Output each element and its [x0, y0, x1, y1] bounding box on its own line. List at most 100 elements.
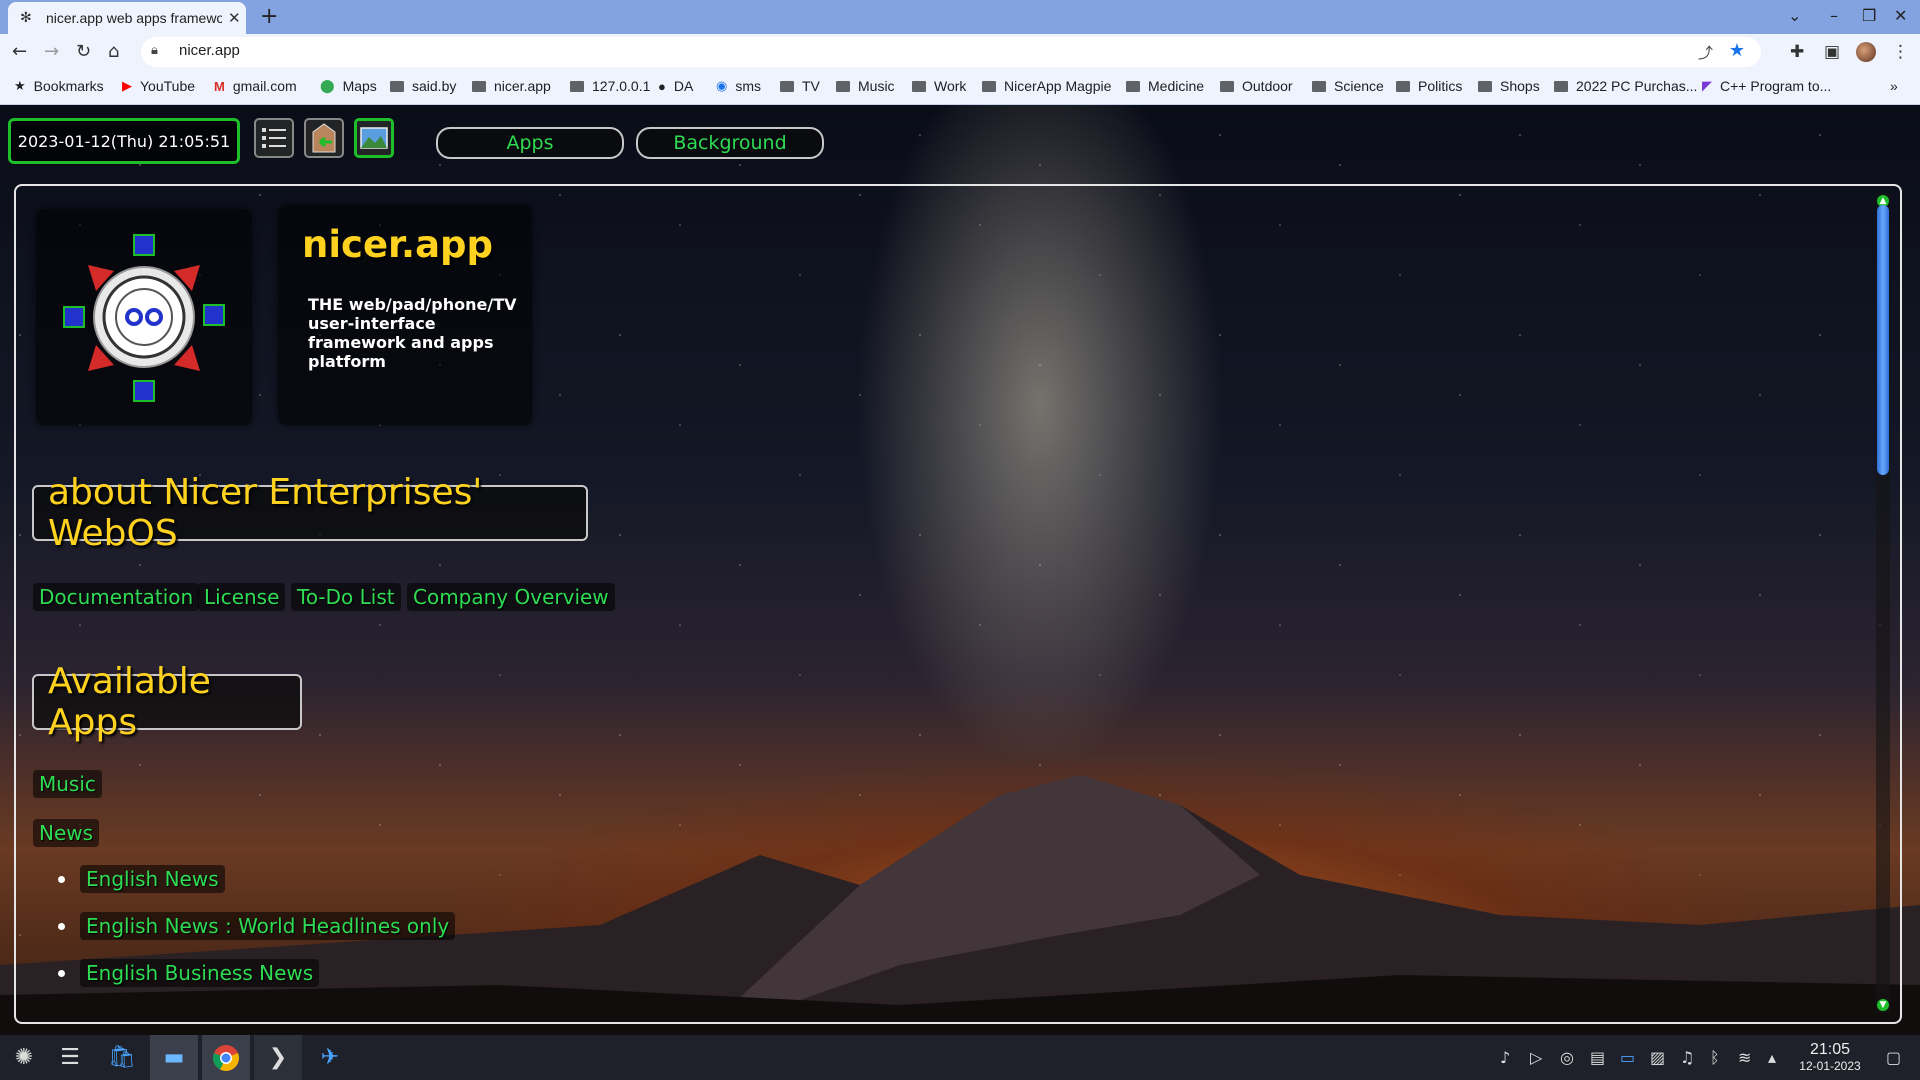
screenshot-icon[interactable]: ▨ — [1650, 1048, 1665, 1067]
lock-icon[interactable]: 🔒︎ — [151, 43, 158, 58]
show-desktop-icon[interactable]: ▢ — [1886, 1048, 1901, 1067]
bookmark-item[interactable]: 2022 PC Purchas... — [1554, 78, 1697, 94]
bookmark-label: NicerApp Magpie — [1004, 78, 1112, 94]
bookmark-item[interactable]: TV — [780, 78, 820, 94]
address-bar[interactable]: 🔒︎ nicer.app ⤴ ★ — [141, 37, 1761, 67]
bookmark-item[interactable]: 127.0.0.1 — [570, 78, 650, 94]
minimize-icon[interactable]: – — [1830, 6, 1838, 25]
news-app-link[interactable]: News — [33, 819, 100, 847]
folder-icon — [1554, 80, 1568, 92]
home-back-button[interactable] — [304, 118, 344, 158]
chrome-icon[interactable] — [202, 1035, 250, 1080]
list-bullet — [58, 923, 65, 930]
reload-icon[interactable]: ↻ — [76, 41, 91, 62]
bookmark-item[interactable]: said.by — [390, 78, 456, 94]
bookmark-item[interactable]: Mgmail.com — [214, 78, 297, 94]
tab-search-icon[interactable]: ⌄ — [1788, 6, 1801, 25]
folder-icon — [1126, 80, 1140, 92]
share-icon[interactable]: ⤴ — [1698, 42, 1713, 63]
bookmark-item[interactable]: ● DA — [658, 78, 693, 94]
bookmark-label: Bookmarks — [33, 78, 104, 94]
scroll-down-icon[interactable]: ▼ — [1877, 999, 1889, 1011]
documentation-link[interactable]: Documentation — [33, 583, 200, 611]
start-menu-icon[interactable]: ✺ — [0, 1035, 48, 1080]
bookmark-item[interactable]: ◉ sms — [716, 78, 761, 94]
todo-list-link[interactable]: To-Do List — [291, 583, 401, 611]
business-news-link[interactable]: English Business News — [80, 959, 320, 987]
side-panel-icon[interactable]: ▣ — [1824, 42, 1840, 62]
extensions-icon[interactable]: ✚ — [1790, 42, 1804, 62]
bookmark-item[interactable]: ◤ C++ Program to... — [1702, 78, 1831, 94]
bookmark-item[interactable]: Science — [1312, 78, 1384, 94]
messages-icon: ◉ — [716, 78, 728, 93]
new-tab-icon[interactable]: + — [260, 4, 278, 29]
folder-icon — [982, 80, 996, 92]
list-menu-button[interactable] — [254, 118, 294, 158]
bookmark-label: C++ Program to... — [1720, 78, 1832, 94]
bookmark-item[interactable]: ▶ YouTube — [122, 78, 195, 94]
page-content: 2023-01-12(Thu) 21:05:51 Apps Background — [0, 105, 1920, 1035]
bookmark-item[interactable]: Medicine — [1126, 78, 1204, 94]
media-player-icon[interactable]: ▷ — [1530, 1048, 1542, 1067]
scrollbar-thumb[interactable] — [1877, 205, 1889, 475]
bookmark-label: Music — [858, 78, 895, 94]
bookmark-label: gmail.com — [232, 78, 297, 94]
bookmark-label: 2022 PC Purchas... — [1576, 78, 1698, 94]
bookmark-item[interactable]: Outdoor — [1220, 78, 1293, 94]
bookmark-label: said.by — [412, 78, 457, 94]
company-overview-link[interactable]: Company Overview — [407, 583, 615, 611]
task-manager-icon[interactable]: ☰ — [46, 1035, 94, 1080]
bookmark-item[interactable]: NicerApp Magpie — [982, 78, 1111, 94]
datetime-display: 2023-01-12(Thu) 21:05:51 — [8, 118, 240, 164]
menu-icon[interactable]: ⋮ — [1892, 42, 1909, 62]
tray-expand-icon[interactable]: ▴ — [1768, 1048, 1776, 1067]
bookmark-star-icon[interactable]: ★ — [1729, 40, 1745, 61]
terminal-icon[interactable]: ❯ — [254, 1035, 302, 1080]
music-app-link[interactable]: Music — [33, 770, 102, 798]
background-button[interactable]: Background — [636, 127, 824, 159]
english-news-link[interactable]: English News — [80, 865, 225, 893]
bookmark-item[interactable]: nicer.app — [472, 78, 551, 94]
profile-avatar[interactable] — [1856, 42, 1876, 62]
bookmark-label: sms — [735, 78, 762, 94]
github-icon: ● — [658, 78, 666, 94]
file-manager-icon[interactable]: ▬ — [150, 1035, 198, 1080]
apps-button[interactable]: Apps — [436, 127, 624, 159]
bookmark-item[interactable]: Work — [912, 78, 966, 94]
bookmark-label: TV — [802, 78, 820, 94]
home-icon[interactable]: ⌂ — [108, 41, 119, 62]
bookmark-item[interactable]: ⬤ Maps — [320, 78, 377, 94]
site-favicon-icon: ✻ — [20, 10, 32, 26]
list-icon — [262, 128, 286, 148]
restore-icon[interactable]: ❐ — [1862, 6, 1876, 25]
more-bookmarks-icon[interactable]: » — [1890, 78, 1898, 94]
forward-icon[interactable]: → — [44, 41, 59, 62]
site-tagline: THE web/pad/phone/TV user-interface fram… — [308, 295, 517, 371]
clipboard-icon[interactable]: ▤ — [1590, 1048, 1605, 1067]
app-store-icon[interactable]: 🛍︎ — [98, 1035, 146, 1080]
bookmark-item[interactable]: ★ Bookmarks — [14, 78, 104, 94]
bookmark-label: Work — [934, 78, 967, 94]
notification-bell-icon[interactable]: ♪ — [1500, 1048, 1510, 1067]
back-icon[interactable]: ← — [12, 41, 27, 62]
bookmark-item[interactable]: Shops — [1478, 78, 1540, 94]
wifi-icon[interactable]: ≋ — [1738, 1048, 1751, 1067]
bookmark-item[interactable]: Music — [836, 78, 895, 94]
close-window-icon[interactable]: ✕ — [1894, 6, 1907, 25]
update-icon[interactable]: ◎ — [1560, 1048, 1574, 1067]
browser-tab[interactable]: ✻ nicer.app web apps framewo ✕ — [8, 2, 246, 34]
bookmark-item[interactable]: Politics — [1396, 78, 1462, 94]
bookmark-label: YouTube — [140, 78, 196, 94]
taskbar-clock[interactable]: 21:05 12-01-2023 — [1792, 1041, 1868, 1073]
volume-icon[interactable]: ♫ — [1680, 1048, 1694, 1067]
folder-icon — [836, 80, 850, 92]
url-text[interactable]: nicer.app — [179, 42, 240, 59]
folder-icon — [570, 80, 584, 92]
bluetooth-icon[interactable]: ᛒ — [1710, 1048, 1720, 1067]
license-link[interactable]: License — [198, 583, 286, 611]
vscode-icon[interactable]: ✈ — [306, 1035, 354, 1080]
display-icon[interactable]: ▭ — [1620, 1048, 1635, 1067]
close-tab-icon[interactable]: ✕ — [228, 9, 241, 27]
world-headlines-link[interactable]: English News : World Headlines only — [80, 912, 456, 940]
background-picker-button[interactable] — [354, 118, 394, 158]
